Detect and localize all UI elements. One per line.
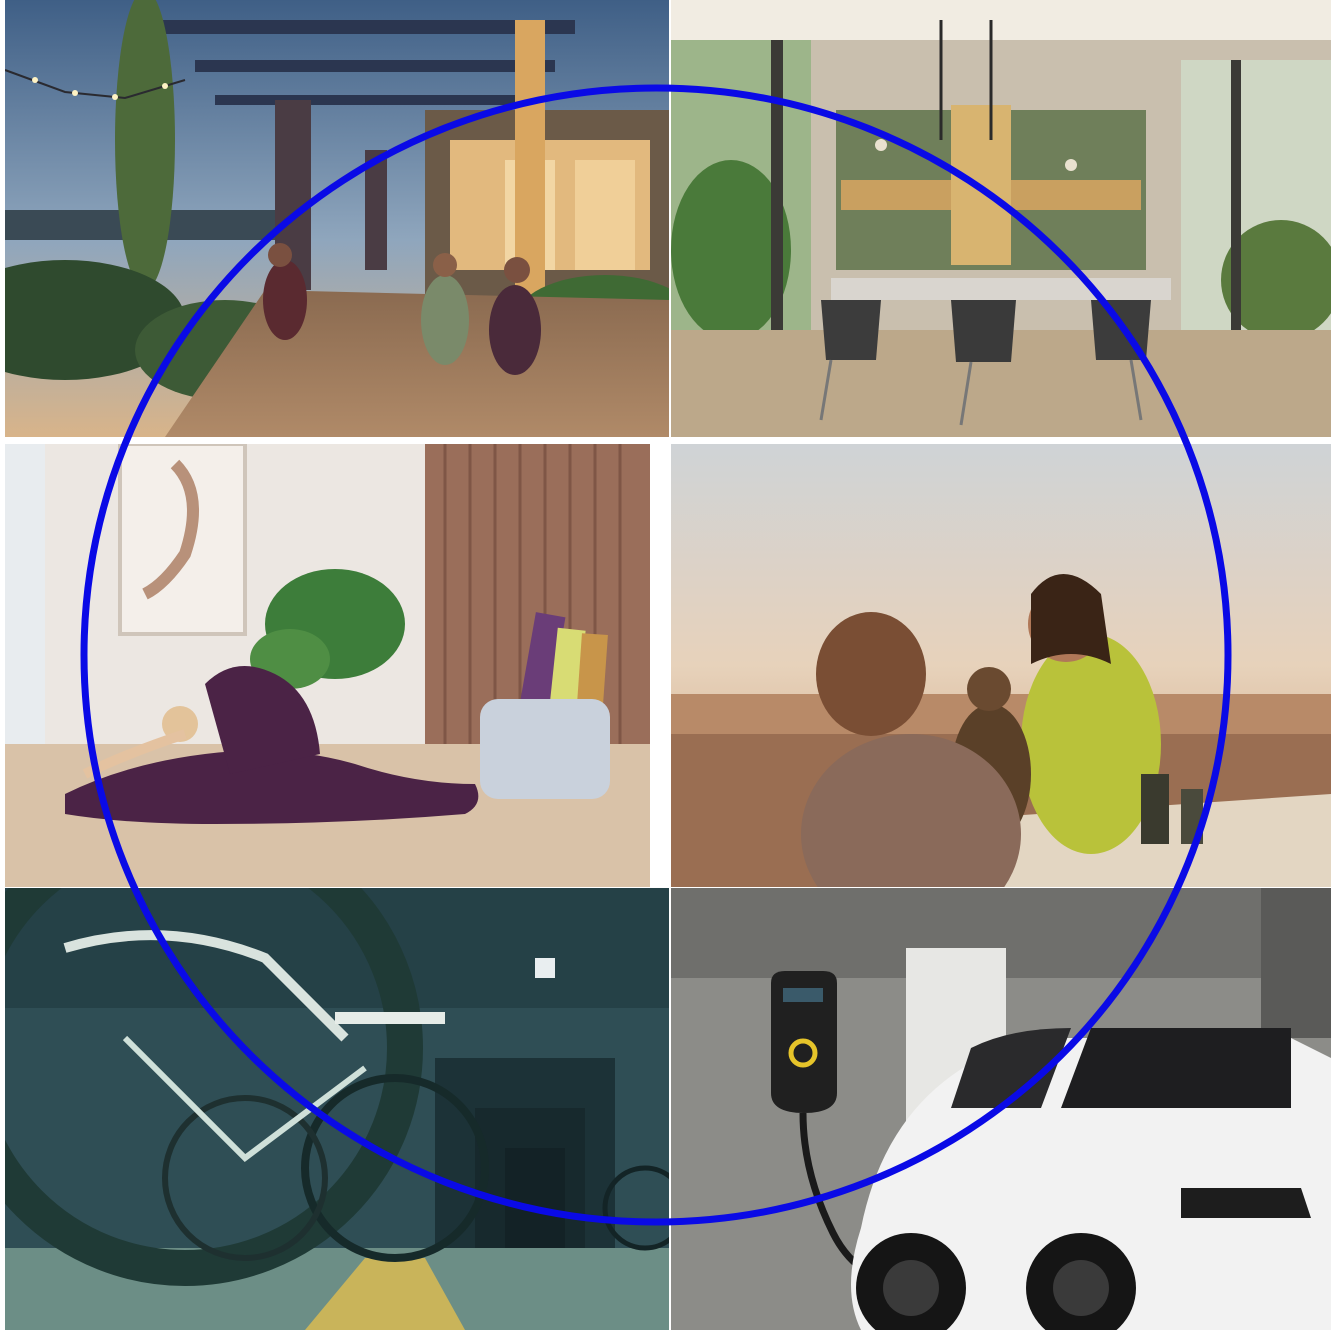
rooftop-terrace-photo [5,0,669,437]
rooftop-dinner-photo [671,444,1331,887]
yoga-studio-photo [5,444,650,887]
bicycle-storage-photo [5,888,669,1330]
dining-room-photo [671,0,1331,437]
photo-collage [0,0,1331,1330]
ev-charging-photo [671,888,1331,1330]
